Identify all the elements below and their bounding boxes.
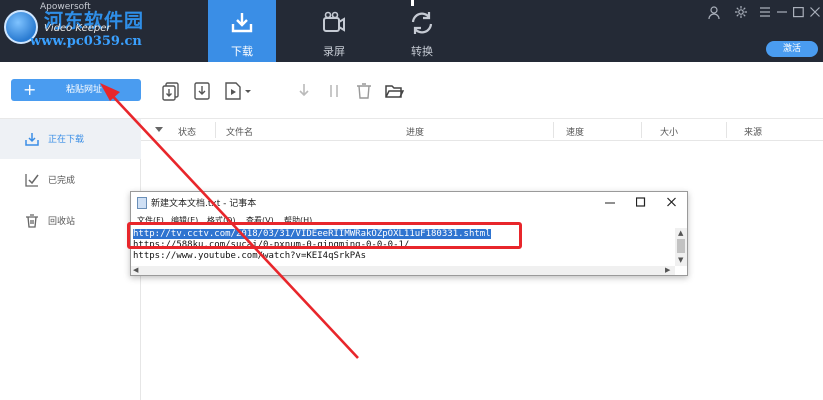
sidebar-item-downloading[interactable]: 正在下载 bbox=[0, 119, 141, 159]
sort-arrow-icon[interactable] bbox=[155, 127, 163, 133]
app-window: Apowersoft 河东软件园 Video Keeper www.pc0359… bbox=[0, 0, 823, 400]
scroll-down-icon[interactable]: ▼ bbox=[678, 256, 683, 264]
download-file-icon[interactable] bbox=[192, 81, 212, 101]
column-source[interactable]: 来源 bbox=[744, 125, 762, 138]
column-progress[interactable]: 进度 bbox=[406, 125, 424, 138]
column-divider[interactable] bbox=[641, 122, 642, 138]
column-filename[interactable]: 文件名 bbox=[226, 125, 253, 138]
pause-icon[interactable] bbox=[324, 81, 344, 101]
convert-icon bbox=[411, 12, 433, 34]
close-icon[interactable] bbox=[810, 6, 820, 18]
vertical-scrollbar[interactable]: ▲ ▼ bbox=[675, 228, 687, 266]
notepad-icon bbox=[137, 197, 147, 209]
scroll-up-icon[interactable]: ▲ bbox=[678, 229, 683, 237]
paste-url-button[interactable]: + 粘贴网址 bbox=[11, 79, 141, 101]
sidebar-item-label: 回收站 bbox=[48, 217, 76, 227]
column-divider[interactable] bbox=[553, 122, 554, 138]
sidebar-item-completed[interactable]: 已完成 bbox=[0, 160, 141, 200]
scroll-right-icon[interactable]: ▶ bbox=[665, 266, 670, 274]
login-button[interactable]: 激活 bbox=[766, 41, 818, 57]
column-size[interactable]: 大小 bbox=[660, 125, 678, 138]
column-status[interactable]: 状态 bbox=[178, 125, 196, 138]
settings-icon[interactable] bbox=[735, 6, 747, 18]
menu-icon[interactable] bbox=[760, 6, 770, 18]
tab-record[interactable]: 录屏 bbox=[300, 0, 368, 62]
play-file-icon[interactable] bbox=[223, 81, 243, 101]
sidebar-item-recycle-bin[interactable]: 回收站 bbox=[0, 201, 141, 241]
highlight-box bbox=[127, 222, 522, 249]
tab-download[interactable]: 下载 bbox=[208, 0, 276, 62]
download-icon bbox=[231, 13, 253, 33]
mouse-cursor bbox=[411, 0, 414, 6]
horizontal-scrollbar[interactable]: ◀ ▶ bbox=[131, 266, 675, 275]
sidebar-item-label: 正在下载 bbox=[48, 135, 85, 145]
notepad-title: 新建文本文档.txt - 记事本 bbox=[151, 199, 257, 209]
trash-icon bbox=[26, 214, 38, 228]
tab-download-label: 下载 bbox=[231, 45, 253, 58]
check-icon bbox=[25, 174, 39, 187]
tab-record-label: 录屏 bbox=[323, 45, 345, 58]
maximize-icon[interactable] bbox=[636, 195, 646, 209]
notepad-titlebar[interactable]: 新建文本文档.txt - 记事本 bbox=[131, 192, 687, 214]
minimize-icon[interactable] bbox=[777, 6, 787, 18]
paste-url-label: 粘贴网址 bbox=[66, 85, 103, 95]
sidebar: 正在下载 已完成 回收站 bbox=[0, 119, 141, 400]
app-subtitle: Video Keeper bbox=[44, 23, 111, 34]
delete-icon[interactable] bbox=[354, 81, 374, 101]
table-header: 状态 文件名 进度 速度 大小 来源 bbox=[141, 119, 823, 141]
tab-convert[interactable]: 转换 bbox=[388, 0, 456, 62]
text-line[interactable]: https://www.youtube.com/watch?v=KEI4qSrk… bbox=[133, 251, 366, 261]
watermark-url: www.pc0359.cn bbox=[30, 34, 142, 49]
sidebar-item-label: 已完成 bbox=[48, 176, 76, 186]
scroll-left-icon[interactable]: ◀ bbox=[133, 266, 138, 274]
column-divider[interactable] bbox=[726, 122, 727, 138]
maximize-icon[interactable] bbox=[793, 6, 804, 18]
top-bar: Apowersoft 河东软件园 Video Keeper www.pc0359… bbox=[0, 0, 823, 62]
batch-download-icon[interactable] bbox=[161, 81, 181, 101]
scroll-thumb[interactable] bbox=[677, 239, 685, 253]
app-logo: Apowersoft 河东软件园 Video Keeper www.pc0359… bbox=[0, 0, 175, 62]
tab-convert-label: 转换 bbox=[411, 45, 433, 58]
close-icon[interactable] bbox=[667, 195, 677, 209]
download-icon bbox=[25, 133, 39, 146]
camera-icon bbox=[323, 11, 345, 32]
column-speed[interactable]: 速度 bbox=[566, 125, 584, 138]
toolbar: + 粘贴网址 bbox=[0, 62, 823, 119]
user-icon[interactable] bbox=[708, 6, 720, 20]
plus-icon: + bbox=[23, 80, 37, 99]
chevron-down-icon[interactable] bbox=[243, 81, 253, 101]
column-divider[interactable] bbox=[215, 122, 216, 138]
folder-icon[interactable] bbox=[384, 81, 404, 101]
start-icon[interactable] bbox=[294, 81, 314, 101]
minimize-icon[interactable] bbox=[605, 195, 615, 209]
